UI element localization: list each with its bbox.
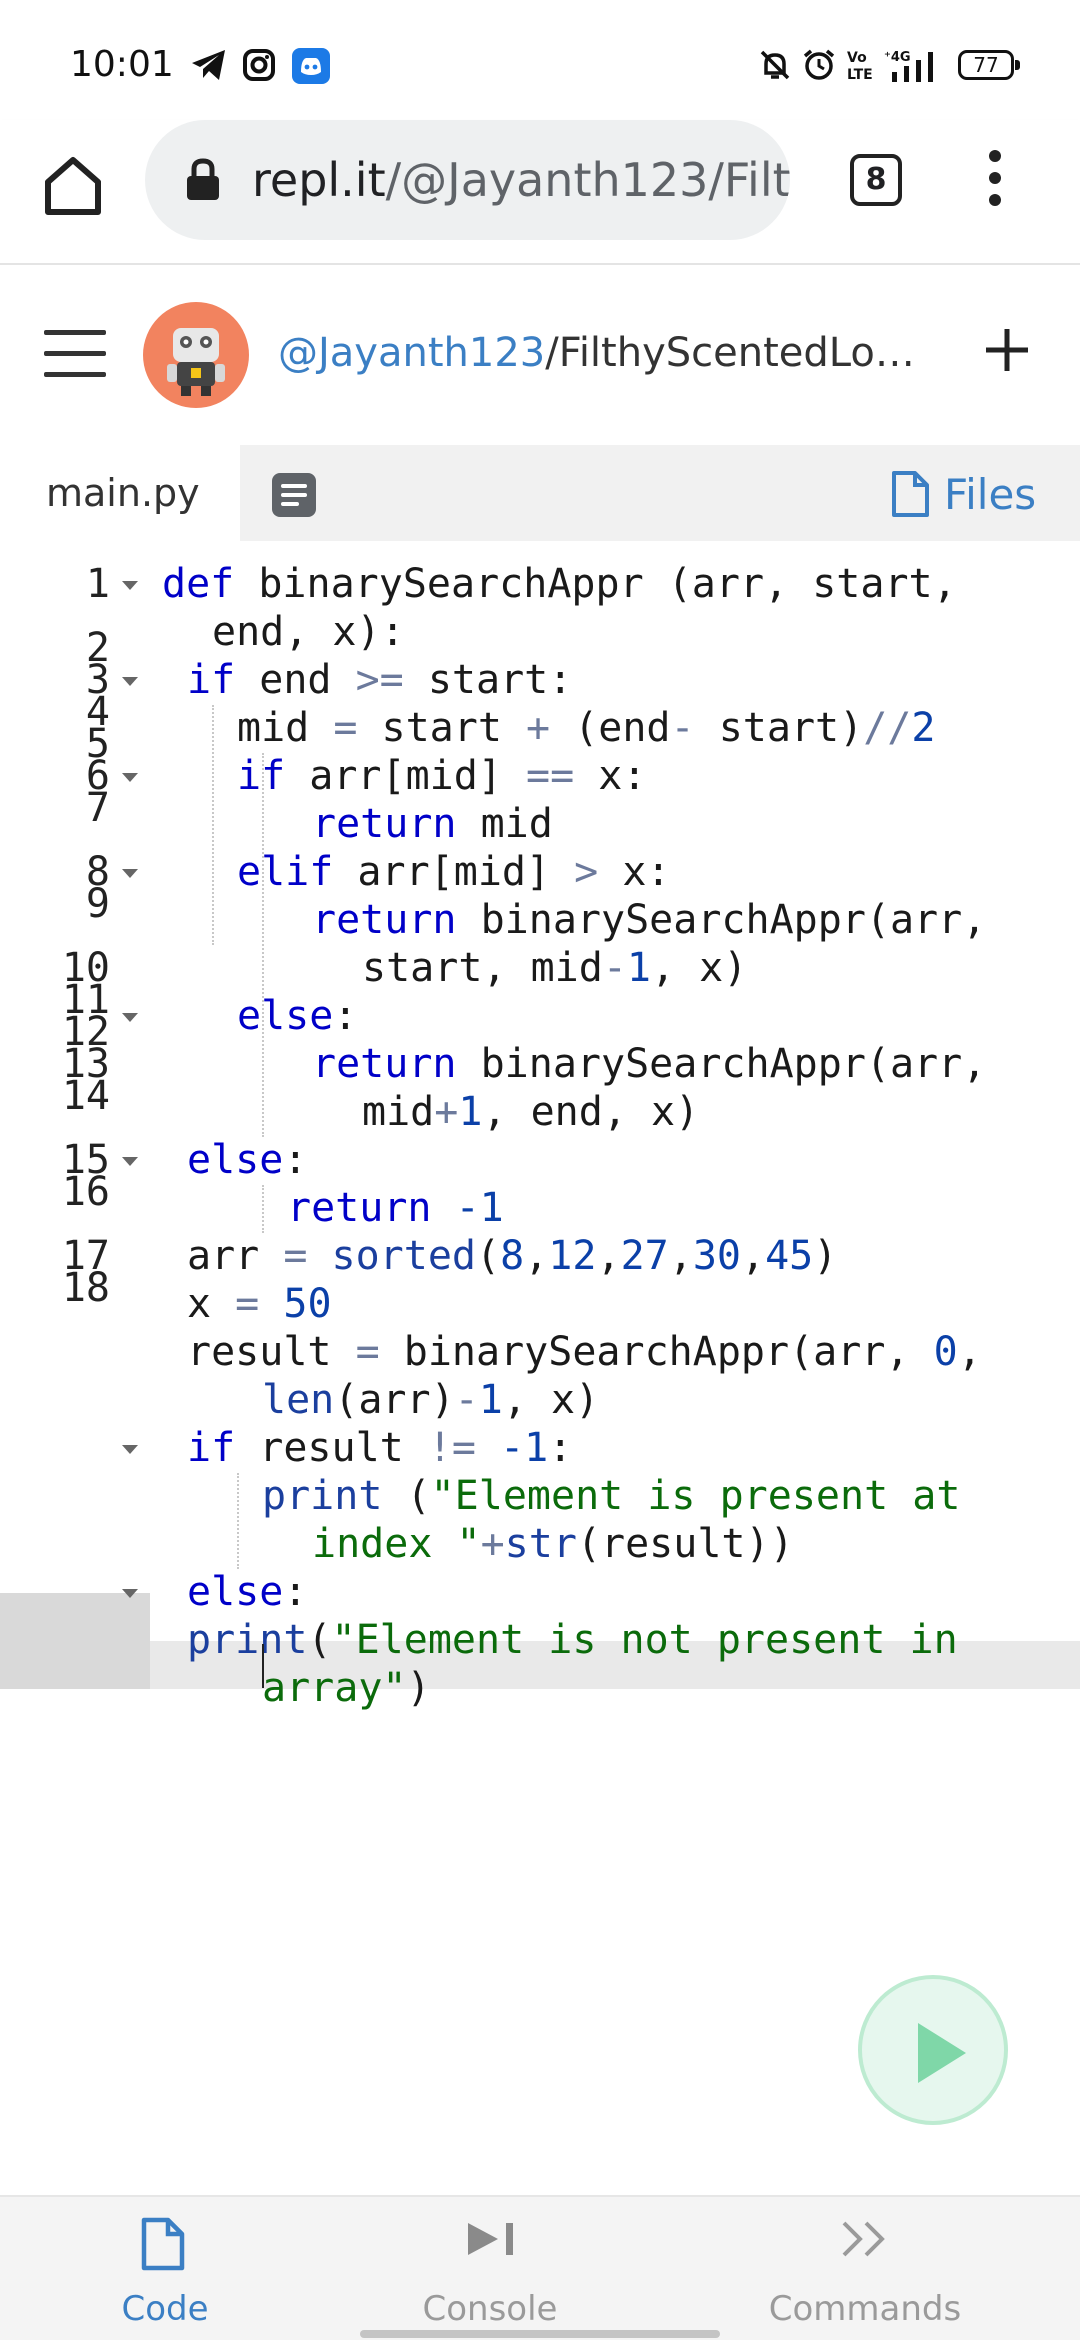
browser-toolbar: repl.it/@Jayanth123/Filt 8 bbox=[0, 120, 1080, 265]
code-line: mid+1, end, x) bbox=[362, 1089, 700, 1135]
code-line: end, x): bbox=[212, 609, 405, 655]
indent-guide bbox=[262, 753, 264, 1137]
url-host: repl.it bbox=[252, 153, 386, 207]
bottom-navigation: Code Console Commands bbox=[0, 2195, 1080, 2340]
tab-console[interactable]: Console bbox=[380, 2197, 600, 2340]
text-cursor bbox=[262, 1644, 264, 1688]
files-label: Files bbox=[944, 469, 1037, 519]
code-line: else: bbox=[187, 1137, 308, 1183]
chevrons-right-icon bbox=[842, 2221, 885, 2257]
url-text: repl.it/@Jayanth123/Filt bbox=[252, 153, 790, 207]
code-line: index "+str(result)) bbox=[312, 1521, 794, 1567]
4g-signal-icon: ⁺4G bbox=[884, 50, 933, 82]
code-line: len(arr)-1, x) bbox=[262, 1377, 600, 1423]
code-line: if arr[mid] == x: bbox=[237, 753, 647, 799]
fold-arrow-icon[interactable] bbox=[122, 1157, 138, 1166]
home-icon[interactable] bbox=[40, 152, 106, 218]
code-line: start, mid-1, x) bbox=[362, 945, 748, 991]
code-line: x = 50 bbox=[187, 1281, 332, 1327]
hamburger-menu-icon[interactable] bbox=[44, 330, 106, 378]
run-button[interactable] bbox=[858, 1975, 1008, 2125]
line-number: 7 bbox=[85, 785, 110, 831]
tab-code-label: Code bbox=[121, 2289, 209, 2329]
svg-text:⁺4G: ⁺4G bbox=[884, 50, 911, 65]
fold-arrow-icon[interactable] bbox=[122, 1445, 138, 1454]
file-tab-label: main.py bbox=[46, 471, 200, 515]
tab-main-py[interactable]: main.py bbox=[0, 445, 240, 541]
tab-console-label: Console bbox=[422, 2289, 558, 2329]
file-code-icon bbox=[141, 2217, 185, 2271]
battery-icon: 77 bbox=[958, 50, 1020, 80]
file-tab-bar: main.py Files bbox=[0, 445, 1080, 541]
url-path: /@Jayanth123/Filt bbox=[385, 153, 790, 207]
code-line: mid = start + (end- start)//2 bbox=[237, 705, 936, 751]
avatar[interactable] bbox=[143, 302, 249, 408]
code-line: return binarySearchAppr(arr, bbox=[312, 897, 987, 943]
fold-arrow-icon[interactable] bbox=[122, 1589, 138, 1598]
code-line: print("Element is not present in bbox=[187, 1617, 958, 1663]
file-icon bbox=[892, 471, 929, 517]
lock-icon bbox=[187, 158, 219, 200]
instagram-icon bbox=[243, 49, 275, 81]
telegram-icon bbox=[192, 50, 225, 80]
fold-arrow-icon[interactable] bbox=[122, 869, 138, 878]
indent-guide bbox=[237, 1473, 239, 1569]
indent-guide bbox=[262, 1185, 264, 1233]
line-number: 9 bbox=[85, 881, 110, 927]
mute-bell-icon bbox=[760, 50, 790, 80]
title-separator: / bbox=[545, 330, 559, 376]
tab-switcher-button[interactable]: 8 bbox=[850, 154, 902, 206]
home-indicator[interactable] bbox=[360, 2330, 720, 2338]
code-line: if result != -1: bbox=[187, 1425, 573, 1471]
fold-arrow-icon[interactable] bbox=[122, 773, 138, 782]
active-line-gutter bbox=[0, 1593, 150, 1689]
line-number: 18 bbox=[61, 1265, 110, 1311]
code-line: def binarySearchAppr (arr, start, bbox=[162, 561, 957, 607]
code-line: if end >= start: bbox=[187, 657, 573, 703]
line-number: 16 bbox=[61, 1169, 110, 1215]
address-bar[interactable]: repl.it/@Jayanth123/Filt bbox=[145, 120, 790, 240]
line-number: 1 bbox=[85, 561, 110, 607]
code-line: return -1 bbox=[287, 1185, 504, 1231]
code-line: elif arr[mid] > x: bbox=[237, 849, 671, 895]
alarm-icon bbox=[803, 49, 835, 80]
repl-owner-link[interactable]: @Jayanth123 bbox=[278, 330, 545, 376]
code-line: result = binarySearchAppr(arr, 0, bbox=[187, 1329, 982, 1375]
fold-arrow-icon[interactable] bbox=[122, 1013, 138, 1022]
tab-code[interactable]: Code bbox=[60, 2197, 270, 2340]
console-step-icon bbox=[468, 2223, 513, 2255]
tab-commands-label: Commands bbox=[768, 2289, 962, 2329]
code-editor[interactable]: 1 2 3 4 5 6 7 8 9 10 11 12 13 14 15 16 1… bbox=[0, 541, 1080, 2191]
svg-text:Vo: Vo bbox=[847, 50, 867, 66]
tab-commands[interactable]: Commands bbox=[750, 2197, 980, 2340]
fold-arrow-icon[interactable] bbox=[122, 581, 138, 590]
code-line: arr = sorted(8,12,27,30,45) bbox=[187, 1233, 838, 1279]
files-button[interactable]: Files bbox=[890, 469, 1036, 519]
code-line: else: bbox=[187, 1569, 308, 1615]
document-outline-icon[interactable] bbox=[272, 473, 316, 517]
volte-icon: Vo LTE bbox=[847, 50, 873, 82]
code-line: return binarySearchAppr(arr, bbox=[312, 1041, 987, 1087]
svg-text:LTE: LTE bbox=[847, 67, 873, 82]
indent-guide bbox=[212, 705, 214, 945]
fold-arrow-icon[interactable] bbox=[122, 677, 138, 686]
code-line: array") bbox=[262, 1665, 431, 1711]
plus-icon[interactable] bbox=[982, 325, 1032, 375]
status-time: 10:01 bbox=[70, 44, 174, 85]
robot-avatar-icon bbox=[167, 328, 225, 396]
repl-header: @Jayanth123/FilthyScentedLoo... bbox=[0, 265, 1080, 445]
code-line: return mid bbox=[312, 801, 553, 847]
line-number: 14 bbox=[61, 1073, 110, 1119]
play-icon bbox=[918, 2023, 966, 2083]
more-options-icon[interactable] bbox=[980, 150, 1010, 210]
code-line: else: bbox=[237, 993, 358, 1039]
status-bar: 10:01 Vo LTE ⁺4G 77 bbox=[0, 0, 1080, 120]
repl-name: FilthyScentedLoo... bbox=[558, 330, 918, 376]
code-line: print ("Element is present at bbox=[262, 1473, 961, 1519]
repl-title[interactable]: @Jayanth123/FilthyScentedLoo... bbox=[278, 330, 918, 376]
discord-icon bbox=[292, 48, 330, 84]
